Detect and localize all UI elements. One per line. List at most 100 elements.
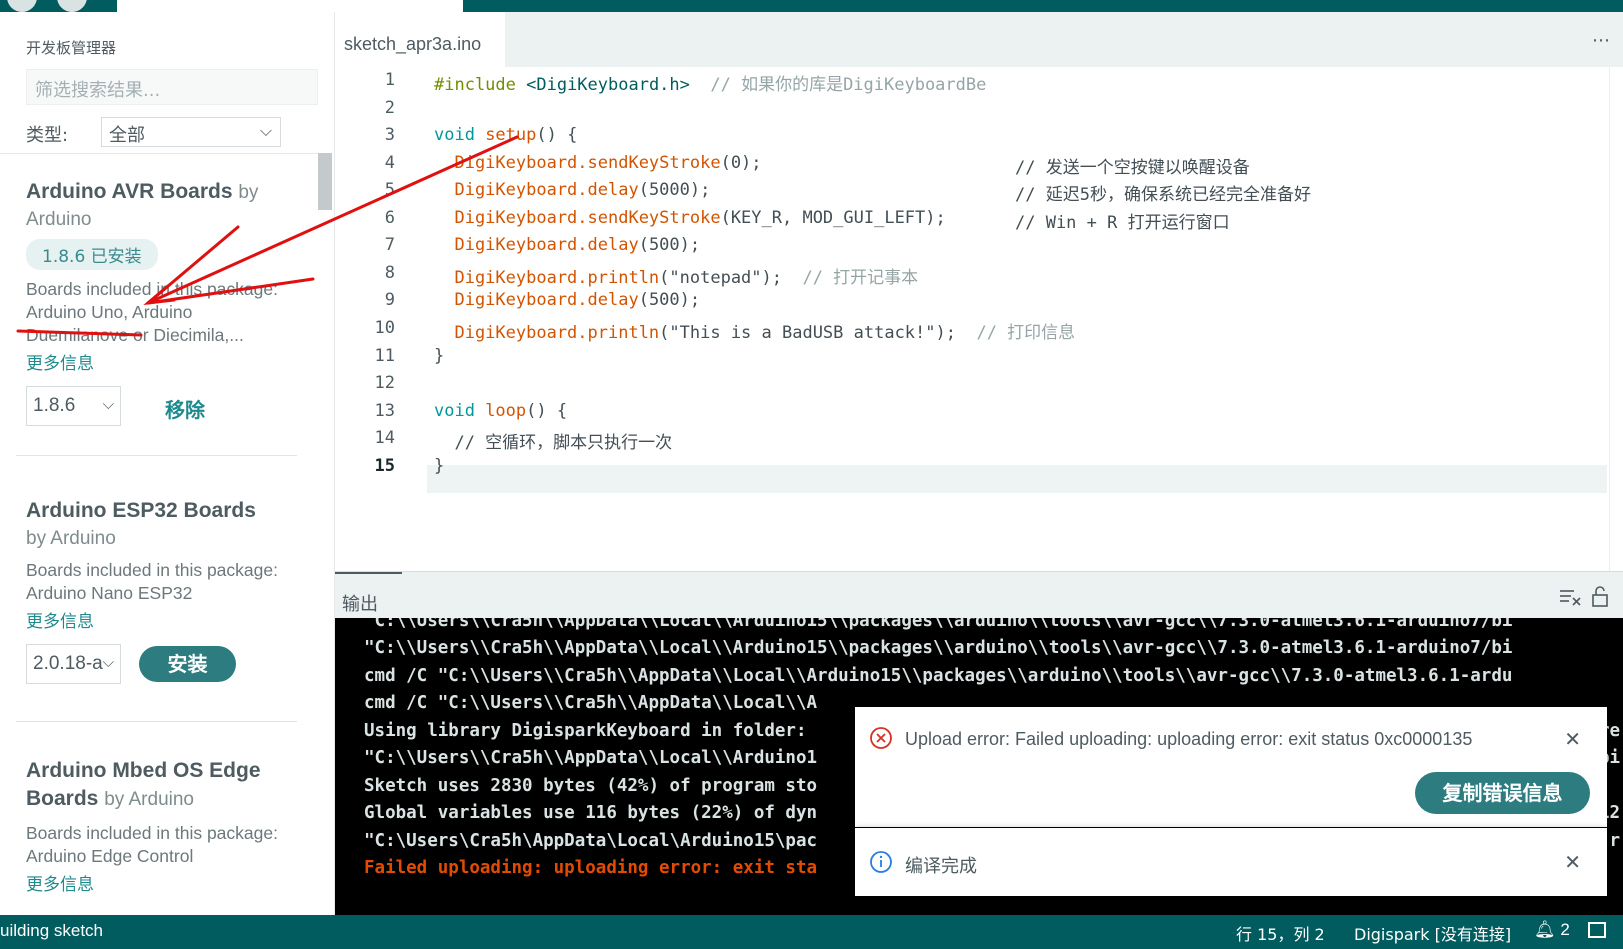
console-line: cmd /C "C:\\Users\\Cra5h\\AppData\\Local… <box>364 693 818 713</box>
code-token: <DigiKeyboard.h> <box>515 75 690 95</box>
tab-sketch[interactable]: sketch_apr3a.ino <box>335 12 505 67</box>
desc-line: Arduino Edge Control <box>26 846 194 866</box>
board-author: by Arduino <box>104 789 194 810</box>
code-token: DigiKeyboard.delay <box>434 235 639 255</box>
code-comment: // 延迟5秒，确保系统已经完全准备好 <box>1015 185 1311 205</box>
bell-icon: 🔔︎ <box>1534 920 1556 939</box>
code-line: } <box>434 346 445 366</box>
code-token: ("This is a BadUSB attack!"); <box>659 323 956 343</box>
version-select[interactable]: 2.0.18-a ⌵ <box>26 644 121 684</box>
line-number: 2 <box>384 98 395 118</box>
code-line: #include <DigiKeyboard.h> // 如果你的库是DigiK… <box>434 70 1604 95</box>
info-notification: 编译完成 ✕ <box>855 828 1607 896</box>
line-number: 9 <box>384 290 395 310</box>
desc-line: Boards included in this package: <box>26 823 278 843</box>
code-token: (KEY_R, MOD_GUI_LEFT); <box>720 208 946 228</box>
code-token: (5000); <box>638 180 711 200</box>
desc-line: Boards included in this package: <box>26 560 278 580</box>
scrollbar-thumb[interactable] <box>318 153 332 210</box>
info-message: 编译完成 <box>905 856 977 876</box>
board-description: Boards included in this package: Arduino… <box>26 822 316 868</box>
verify-button[interactable] <box>7 0 37 12</box>
console-line: cmd /C "C:\\Users\\Cra5h\\AppData\\Local… <box>364 666 1513 686</box>
board-title: Arduino Mbed OS Edge <box>26 759 261 782</box>
editor-tabbar: sketch_apr3a.ino ⋯ <box>335 12 1623 67</box>
error-notification: Upload error: Failed uploading: uploadin… <box>855 707 1607 827</box>
code-line: DigiKeyboard.println("This is a BadUSB a… <box>434 318 1604 343</box>
more-info-link[interactable]: 更多信息 <box>26 870 316 895</box>
code-comment: // 发送一个空按键以唤醒设备 <box>1015 158 1250 178</box>
code-token: (500); <box>638 235 701 255</box>
status-bar: uilding sketch 行 15，列 2 Digispark [没有连接]… <box>0 915 1623 949</box>
scroll-lock-icon[interactable] <box>1591 585 1609 607</box>
board-selector[interactable] <box>117 0 463 12</box>
clear-output-icon[interactable] <box>1559 587 1581 607</box>
code-line: void setup() { <box>434 125 1604 145</box>
line-number: 3 <box>384 125 395 145</box>
ellipsis-icon[interactable]: ⋯ <box>1592 30 1611 51</box>
board-description: Boards included in this package: Arduino… <box>26 278 316 347</box>
scrollbar-track[interactable] <box>318 153 332 915</box>
filter-input[interactable]: 筛选搜索结果... <box>26 69 318 105</box>
board-title: Arduino AVR Boards <box>26 180 233 203</box>
code-token: void <box>434 125 475 145</box>
code-line: } <box>434 456 445 476</box>
code-token: DigiKeyboard.delay <box>434 180 639 200</box>
upload-button[interactable] <box>57 0 87 12</box>
code-editor[interactable]: 1 2 3 4 5 6 7 8 9 10 11 12 13 14 15 #inc… <box>335 67 1623 571</box>
code-token: DigiKeyboard.delay <box>434 290 639 310</box>
board-actions: 1.8.6 ⌵ 移除 <box>26 386 316 428</box>
cursor-position[interactable]: 行 15，列 2 <box>1236 921 1325 945</box>
desc-line: Boards included in this package: <box>26 279 278 299</box>
code-line: DigiKeyboard.println("notepad"); // 打开记事… <box>434 263 1604 288</box>
line-number: 5 <box>384 180 395 200</box>
console-line: "C:\\Users\\Cra5h\\AppData\\Local\\Ardui… <box>364 638 1513 658</box>
close-icon[interactable]: ✕ <box>1564 850 1581 875</box>
chevron-down-icon: ⌵ <box>102 654 114 671</box>
version-select[interactable]: 1.8.6 ⌵ <box>26 386 121 426</box>
type-select[interactable]: 全部 ⌵ <box>101 117 281 147</box>
board-item-mbed: Arduino Mbed OS Edge Boards by Arduino B… <box>26 757 316 895</box>
close-icon[interactable]: ✕ <box>1564 727 1581 752</box>
code-comment: // 空循环，脚本只执行一次 <box>434 433 673 453</box>
board-title-part: Boards <box>26 787 99 810</box>
version-value: 2.0.18-a <box>33 653 103 674</box>
code-token: loop <box>474 401 527 421</box>
toggle-panel-icon[interactable] <box>1588 922 1606 938</box>
copy-error-button[interactable]: 复制错误信息 <box>1415 772 1590 814</box>
board-description: Boards included in this package: Arduino… <box>26 559 316 605</box>
code-token: DigiKeyboard.println <box>434 268 660 288</box>
notifications-indicator[interactable]: 🔔︎ 2 <box>1534 920 1570 940</box>
output-header: 输出 <box>335 571 1623 618</box>
board-item-avr: Arduino AVR Boards by Arduino 1.8.6 已安装 … <box>26 178 316 428</box>
code-token: () { <box>536 125 578 145</box>
line-number-active: 15 <box>374 456 395 476</box>
console-line: Sketch uses 2830 bytes (42%) of program … <box>364 776 818 796</box>
installed-badge: 1.8.6 已安装 <box>26 239 158 270</box>
board-item-esp32: Arduino ESP32 Boards by Arduino Boards i… <box>26 497 316 686</box>
editor-scrollbar[interactable] <box>1609 67 1623 571</box>
info-icon <box>870 851 892 873</box>
line-number: 14 <box>374 428 395 448</box>
install-button[interactable]: 安装 <box>139 646 236 682</box>
code-comment: // 如果你的库是DigiKeyboardBe <box>689 75 987 95</box>
boards-manager-panel: 开发板管理器 筛选搜索结果... 类型: 全部 ⌵ Arduino AVR Bo… <box>0 12 335 915</box>
code-token: DigiKeyboard.println <box>434 323 660 343</box>
code-token: void <box>434 401 475 421</box>
more-info-link[interactable]: 更多信息 <box>26 607 316 632</box>
desc-line: Duemilanove or Diecimila,... <box>26 325 244 345</box>
more-info-link[interactable]: 更多信息 <box>26 349 316 374</box>
type-label: 类型: <box>26 125 69 146</box>
output-tab-indicator <box>335 572 402 574</box>
console-line: Using library DigisparkKeyboard in folde… <box>364 721 807 741</box>
divider <box>16 721 297 722</box>
console-line: "C:\\Users\\Cra5h\\AppData\\Local\\Ardui… <box>364 748 818 768</box>
line-number: 4 <box>384 153 395 173</box>
code-token: (500); <box>638 290 701 310</box>
error-message: Upload error: Failed uploading: uploadin… <box>905 729 1473 749</box>
code-line: DigiKeyboard.delay(500); <box>434 290 1604 310</box>
board-status[interactable]: Digispark [没有连接] <box>1354 921 1511 945</box>
remove-button[interactable]: 移除 <box>165 394 205 423</box>
code-token: (0); <box>720 153 762 173</box>
board-actions: 2.0.18-a ⌵ 安装 <box>26 644 316 686</box>
